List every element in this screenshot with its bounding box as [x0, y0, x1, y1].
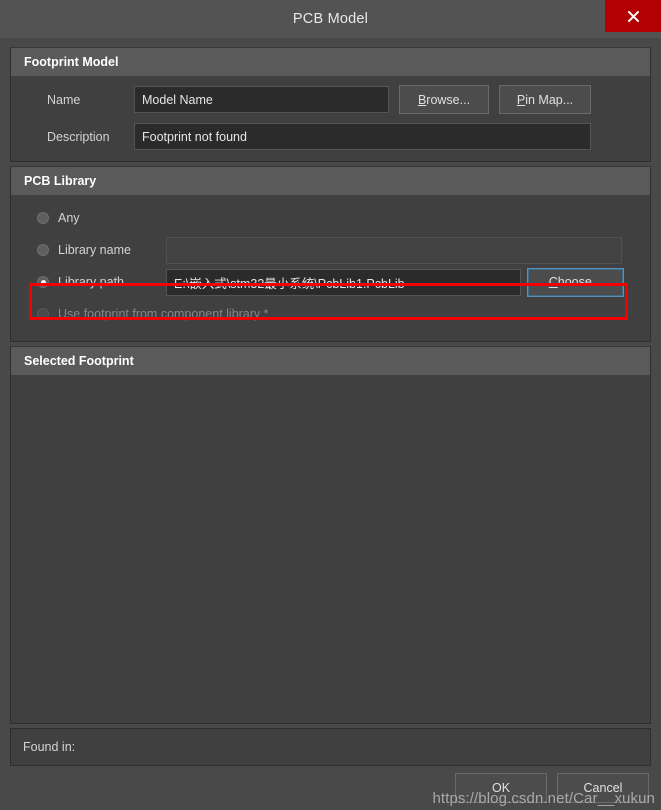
option-library-path-row[interactable]: Library path Choose...	[21, 267, 640, 297]
description-label: Description	[47, 129, 110, 144]
option-library-path-radio[interactable]	[37, 276, 49, 288]
pcb-library-panel: PCB Library Any Library name Library pat…	[10, 166, 651, 342]
footprint-model-header: Footprint Model	[11, 48, 650, 76]
option-any-radio[interactable]	[37, 212, 49, 224]
title-bar: PCB Model	[0, 0, 661, 38]
browse-accel: B	[417, 92, 427, 107]
pin-map-label-rest: in Map...	[525, 92, 574, 107]
option-use-component-library-row: Use footprint from component library *	[21, 299, 640, 329]
option-library-path-label: Library path	[58, 275, 125, 289]
found-in-bar: Found in:	[10, 728, 651, 766]
name-row: Name Browse... Pin Map...	[21, 85, 640, 114]
option-any-row[interactable]: Any	[21, 203, 640, 233]
library-path-input[interactable]	[166, 268, 521, 296]
option-use-component-library-radio	[37, 308, 49, 320]
description-input[interactable]	[134, 123, 591, 150]
footprint-model-panel: Footprint Model Name Browse... Pin Map..…	[10, 47, 651, 162]
name-label: Name	[47, 92, 81, 107]
name-input[interactable]	[134, 86, 389, 113]
choose-button[interactable]: Choose...	[527, 267, 624, 297]
browse-label-rest: rowse...	[426, 92, 471, 107]
option-any-label: Any	[58, 211, 80, 225]
choose-accel: C	[548, 275, 558, 289]
watermark-text: https://blog.csdn.net/Car__xukun	[432, 790, 655, 807]
pin-map-accel: P	[516, 92, 526, 107]
dialog-body: Footprint Model Name Browse... Pin Map..…	[0, 38, 661, 766]
browse-button[interactable]: Browse...	[399, 85, 489, 114]
pcb-model-dialog: PCB Model Footprint Model Name Browse...	[0, 0, 661, 810]
pin-map-button[interactable]: Pin Map...	[499, 85, 591, 114]
selected-footprint-panel: Selected Footprint	[10, 346, 651, 724]
pcb-library-header: PCB Library	[11, 167, 650, 195]
library-name-input[interactable]	[166, 236, 622, 264]
option-library-name-label: Library name	[58, 243, 131, 257]
page-title: PCB Model	[292, 11, 369, 27]
selected-footprint-header: Selected Footprint	[11, 347, 650, 375]
found-in-label: Found in:	[23, 740, 76, 754]
footprint-model-content: Name Browse... Pin Map... Description	[11, 76, 650, 161]
selected-footprint-canvas	[11, 375, 650, 723]
pcb-library-content: Any Library name Library path Choose...	[11, 195, 650, 341]
close-x-icon	[627, 10, 640, 23]
description-row: Description	[21, 123, 640, 150]
close-button[interactable]	[605, 0, 661, 32]
choose-label-rest: hoose...	[557, 275, 603, 289]
option-library-name-row[interactable]: Library name	[21, 235, 640, 265]
option-use-component-library-label: Use footprint from component library *	[58, 307, 269, 321]
option-library-name-radio[interactable]	[37, 244, 49, 256]
